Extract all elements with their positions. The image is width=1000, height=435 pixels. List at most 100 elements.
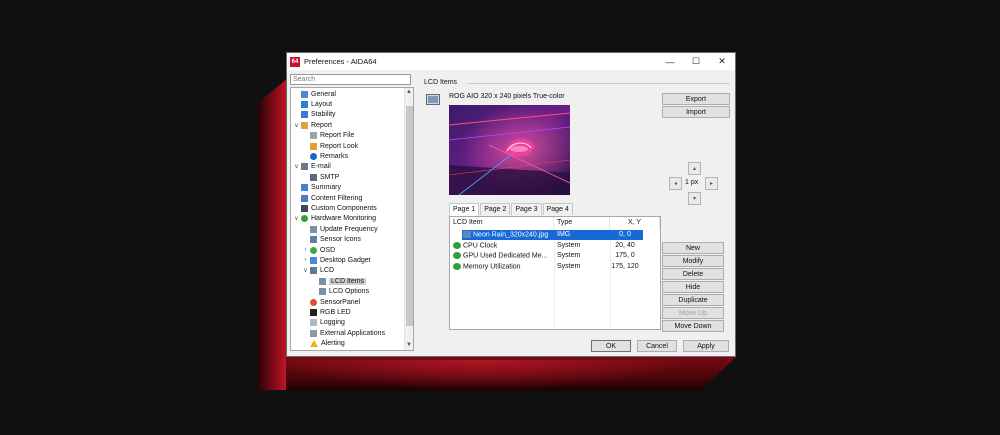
modify-button[interactable]: Modify [662, 255, 724, 267]
tree-item-lcd[interactable]: ∨ LCD [291, 266, 405, 276]
preferences-tree[interactable]: General Layout Stability ∨ Report Report File… [290, 87, 414, 351]
cell-xy: 0, 0 [619, 231, 631, 238]
tree-item-label: General [311, 90, 336, 98]
new-button[interactable]: New [662, 242, 724, 254]
cancel-button[interactable]: Cancel [637, 340, 677, 352]
maximize-button[interactable]: ☐ [683, 53, 709, 70]
alert-icon [310, 340, 318, 348]
minimize-button[interactable]: — [657, 53, 683, 70]
expanded-chevron-icon[interactable]: ∨ [302, 267, 309, 274]
hide-button[interactable]: Hide [662, 281, 724, 293]
gadget-icon [310, 256, 317, 264]
cell-type: System [557, 262, 581, 270]
duplicate-button[interactable]: Duplicate [662, 294, 724, 306]
tree-item-report-look[interactable]: Report Look [291, 141, 405, 151]
tree-item-label: Hardware Monitoring [311, 215, 376, 223]
tree-item-rgb-led[interactable]: RGB LED [291, 307, 405, 317]
lcd-options-icon [319, 288, 326, 296]
cell-type: System [557, 241, 581, 249]
move-left-arrow-icon[interactable]: ◂ [669, 177, 682, 190]
tree-item-stability[interactable]: Stability [291, 110, 405, 120]
tree-item-summary[interactable]: Summary [291, 183, 405, 193]
expanded-chevron-icon[interactable]: ∨ [293, 122, 300, 129]
tree-item-label: Stability [311, 111, 336, 119]
expanded-chevron-icon[interactable]: ∨ [293, 163, 300, 170]
collapsed-chevron-icon[interactable]: › [302, 247, 309, 253]
scroll-down-icon[interactable]: ▼ [405, 341, 413, 350]
rgb-led-icon [310, 308, 317, 316]
tree-item-content-filtering[interactable]: Content Filtering [291, 193, 405, 203]
scroll-thumb[interactable] [406, 106, 413, 326]
tree-item-sensorpanel[interactable]: SensorPanel [291, 297, 405, 307]
table-row[interactable]: Memory Utilization System 175, 120 [450, 262, 660, 272]
move-down-button[interactable]: Move Down [662, 320, 724, 332]
tree-scrollbar[interactable]: ▲ ▼ [404, 88, 413, 350]
column-header-lcd-item[interactable]: LCD Item [450, 217, 554, 229]
tree-item-label: Sensor Icons [320, 236, 361, 244]
cell-lcd-item: CPU Clock [453, 241, 553, 249]
title-bar[interactable]: 64 Preferences - AIDA64 — ☐ ✕ [287, 53, 735, 70]
table-row[interactable]: CPU Clock System 20, 40 [450, 241, 660, 251]
move-up-arrow-icon[interactable]: ▴ [688, 162, 701, 175]
image-icon [463, 231, 471, 238]
table-row[interactable]: Neon Rain_320x240.jpg IMG 0, 0 [450, 230, 660, 240]
item-name: Memory Utilization [463, 262, 521, 270]
tree-item-label: LCD Options [329, 288, 370, 296]
tree-item-external-applications[interactable]: External Applications [291, 328, 405, 338]
tree-item-report[interactable]: ∨ Report [291, 120, 405, 130]
move-down-arrow-icon[interactable]: ▾ [688, 192, 701, 205]
search-input[interactable]: Search [290, 74, 411, 85]
filter-icon [301, 194, 308, 202]
tab-page-3[interactable]: Page 3 [511, 203, 542, 215]
cpu-icon [453, 241, 461, 249]
tree-item-report-file[interactable]: Report File [291, 131, 405, 141]
import-button[interactable]: Import [662, 106, 730, 118]
tree-item-desktop-gadget[interactable]: › Desktop Gadget [291, 255, 405, 265]
tree-item-hardware-monitoring[interactable]: ∨ Hardware Monitoring [291, 214, 405, 224]
tree-item-alerting[interactable]: Alerting [291, 338, 405, 348]
collapsed-chevron-icon[interactable]: › [302, 257, 309, 263]
tab-page-4[interactable]: Page 4 [542, 203, 573, 215]
preferences-window: 64 Preferences - AIDA64 — ☐ ✕ Search Gen… [286, 52, 736, 357]
tree-item-e-mail[interactable]: ∨ E-mail [291, 162, 405, 172]
ok-button[interactable]: OK [591, 340, 631, 352]
tree-item-label: Desktop Gadget [320, 256, 371, 264]
tree-item-osd[interactable]: › OSD [291, 245, 405, 255]
scroll-up-icon[interactable]: ▲ [405, 88, 413, 97]
delete-button[interactable]: Delete [662, 268, 724, 280]
cell-type: IMG [557, 231, 571, 238]
summary-icon [301, 184, 308, 192]
expanded-chevron-icon[interactable]: ∨ [293, 215, 300, 222]
tree-item-lcd-options[interactable]: LCD Options [291, 286, 405, 296]
tree-item-logging[interactable]: Logging [291, 318, 405, 328]
column-header-type[interactable]: Type [554, 217, 610, 229]
column-header-xy[interactable]: X, Y [610, 217, 660, 229]
export-button[interactable]: Export [662, 93, 730, 105]
tree-item-general[interactable]: General [291, 89, 405, 99]
cell-lcd-item: Neon Rain_320x240.jpg [463, 231, 553, 238]
tree-item-label: Summary [311, 184, 341, 192]
components-icon [301, 204, 308, 212]
tree-item-custom-components[interactable]: Custom Components [291, 203, 405, 213]
tree-item-remarks[interactable]: Remarks [291, 151, 405, 161]
page-tabs: Page 1 Page 2 Page 3 Page 4 [449, 203, 574, 216]
move-right-arrow-icon[interactable]: ▸ [705, 177, 718, 190]
cell-xy: 20, 40 [615, 241, 635, 249]
tab-page-2[interactable]: Page 2 [480, 203, 511, 215]
table-row[interactable]: GPU Used Dedicated Me... System 175, 0 [450, 251, 660, 261]
external-apps-icon [310, 329, 317, 337]
tree-item-label: Remarks [320, 153, 349, 161]
smtp-icon [310, 173, 317, 181]
tree-item-smtp[interactable]: SMTP [291, 172, 405, 182]
close-button[interactable]: ✕ [709, 53, 735, 70]
tab-page-1[interactable]: Page 1 [449, 203, 480, 216]
tree-item-layout[interactable]: Layout [291, 99, 405, 109]
tree-item-sensor-icons[interactable]: Sensor Icons [291, 234, 405, 244]
lcd-items-table[interactable]: LCD Item Type X, Y Neon Rain_320x240.jpg… [449, 216, 661, 330]
tree-item-update-frequency[interactable]: Update Frequency [291, 224, 405, 234]
apply-button[interactable]: Apply [683, 340, 729, 352]
logging-icon [310, 319, 317, 327]
move-up-button[interactable]: Move Up [662, 307, 724, 319]
general-icon [301, 90, 308, 98]
tree-item-lcd-items[interactable]: LCD Items [291, 276, 405, 286]
